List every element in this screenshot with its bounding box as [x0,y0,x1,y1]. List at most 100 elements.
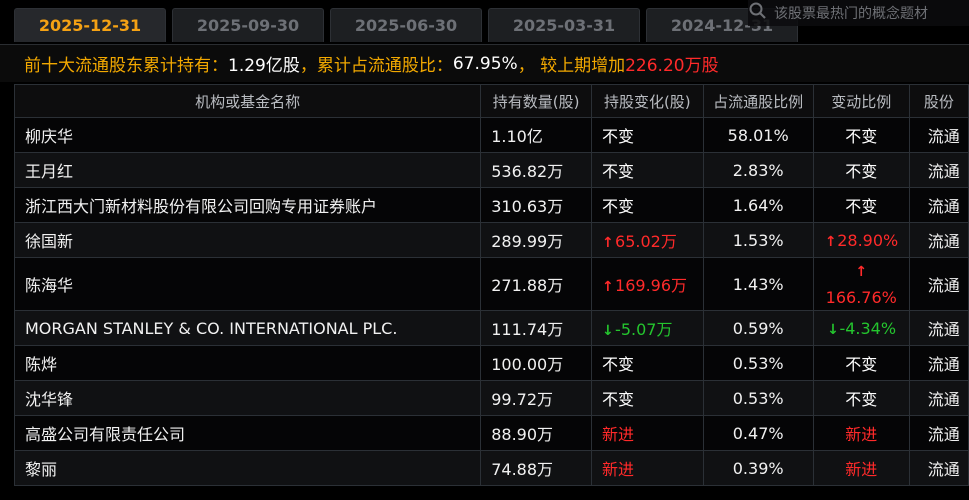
top-holders-table: 机构或基金名称 持有数量(股) 持股变化(股) 占流通股比例 变动比例 股份 柳… [13,84,969,486]
table-row[interactable]: 高盛公司有限责任公司 88.90万 新进 0.47% 新进 流通 [13,415,969,451]
holding-quantity: 111.74万 [480,310,593,346]
holding-change-value-text: 169.96万 [615,276,688,295]
change-ratio-value: ↓-4.34% [826,319,896,338]
holding-change: 不变 [591,345,704,381]
header-float-ratio: 占流通股比例 [702,84,814,118]
holder-name: 高盛公司有限责任公司 [13,415,482,451]
float-ratio: 0.53% [702,380,814,416]
holding-change-value-text: 新进 [602,460,635,479]
holding-change-value-text: 65.02万 [615,232,677,251]
change-ratio: 新进 [812,450,910,486]
summary-value-change: 226.20万股 [625,56,719,76]
holding-quantity: 289.99万 [480,222,593,258]
holding-change-value: ↓-5.07万 [602,320,672,339]
header-change: 持股变化(股) [591,84,704,118]
tab-2025-09-30[interactable]: 2025-09-30 [172,8,324,42]
float-ratio: 1.64% [702,187,814,223]
change-ratio: ↑28.90% [812,222,910,258]
change-ratio-value: 不变 [845,390,877,409]
holding-change-value-text: 不变 [602,197,635,216]
table-row[interactable]: 陈烨 100.00万 不变 0.53% 不变 流通 [13,345,969,381]
change-ratio-value-text: 166.76% [825,288,897,307]
search-placeholder: 该股票最热门的概念题材 [774,6,928,22]
holding-change-value: ↑65.02万 [602,232,677,251]
tab-2025-03-31[interactable]: 2025-03-31 [488,8,640,42]
table-row[interactable]: 徐国新 289.99万 ↑65.02万 1.53% ↑28.90% 流通 [13,222,969,258]
table-row[interactable]: 沈华锋 99.72万 不变 0.53% 不变 流通 [13,380,969,416]
holding-change: 不变 [591,187,704,223]
holder-name: 陈海华 [13,257,482,311]
holding-change-value: 不变 [602,355,634,374]
holding-change: 不变 [591,380,704,416]
header-holder-name: 机构或基金名称 [13,84,482,118]
holder-name: MORGAN STANLEY & CO. INTERNATIONAL PLC. [13,310,482,346]
holding-quantity: 100.00万 [480,345,593,381]
table-row[interactable]: 浙江西大门新材料股份有限公司回购专用证券账户 310.63万 不变 1.64% 不变 流通 [13,187,969,223]
change-ratio: 不变 [812,152,910,188]
change-ratio: ↑ 166.76% [812,257,910,311]
holder-name: 柳庆华 [13,117,482,153]
holding-change-value: 不变 [602,127,634,146]
holding-change-value: ↑169.96万 [602,276,687,295]
arrow-down-icon: ↓ [602,323,614,339]
holding-quantity: 74.88万 [480,450,593,486]
concept-search-box[interactable]: 该股票最热门的概念题材 [748,0,969,26]
float-ratio: 0.39% [702,450,814,486]
float-ratio: 0.53% [702,345,814,381]
holding-change-value-text: 不变 [602,162,635,181]
float-ratio: 1.53% [702,222,814,258]
summary-value-ratio: 67.95% [452,53,518,74]
holding-change: 不变 [591,152,704,188]
holding-quantity: 88.90万 [480,415,593,451]
change-ratio-value-text: 28.90% [837,230,899,250]
share-type: 流通 [908,310,969,346]
change-ratio: 不变 [812,117,910,153]
holding-change: ↑65.02万 [591,222,704,258]
change-ratio: 不变 [812,187,910,223]
holder-name: 王月红 [13,152,482,188]
share-type: 流通 [908,345,969,381]
holding-change: 新进 [591,415,704,451]
search-icon [748,1,768,25]
holding-change-value-text: 不变 [602,355,635,374]
holding-change: 新进 [591,450,704,486]
share-type: 流通 [908,152,969,188]
holding-change: ↑169.96万 [591,257,704,311]
table-row[interactable]: 黎丽 74.88万 新进 0.39% 新进 流通 [13,450,969,486]
holding-change: 不变 [591,117,704,153]
change-ratio-value-text: 不变 [845,355,878,374]
arrow-down-icon: ↓ [827,321,839,338]
change-ratio-value-text: 不变 [845,162,878,181]
change-ratio-value: 不变 [845,197,877,216]
holder-name: 沈华锋 [13,380,482,416]
table-row[interactable]: 王月红 536.82万 不变 2.83% 不变 流通 [13,152,969,188]
holding-change: ↓-5.07万 [591,310,704,346]
change-ratio-value: 新进 [845,460,877,479]
change-ratio-value-text: -4.34% [839,318,897,338]
holding-change-value: 不变 [602,197,634,216]
report-date-tabs: 2025-12-31 2025-09-30 2025-06-30 2025-03… [0,0,969,44]
change-ratio-value: 不变 [845,355,877,374]
holding-change-value: 不变 [602,390,634,409]
header-quantity: 持有数量(股) [480,84,593,118]
share-type: 流通 [908,450,969,486]
holding-change-value: 新进 [602,460,634,479]
summary-value-total: 1.29亿股 [228,56,300,76]
holding-change-value-text: 新进 [602,425,635,444]
tab-2025-06-30[interactable]: 2025-06-30 [330,8,482,42]
table-row[interactable]: MORGAN STANLEY & CO. INTERNATIONAL PLC. 1… [13,310,969,346]
change-ratio: ↓-4.34% [812,310,910,346]
share-type: 流通 [908,222,969,258]
arrow-up-icon: ↑ [602,279,614,295]
tab-2025-12-31[interactable]: 2025-12-31 [14,8,166,42]
holding-quantity: 271.88万 [480,257,593,311]
change-ratio-value-text: 新进 [845,460,878,479]
table-row[interactable]: 柳庆华 1.10亿 不变 58.01% 不变 流通 [13,117,969,153]
change-ratio-value: 不变 [845,127,877,146]
change-ratio: 不变 [812,380,910,416]
float-ratio: 0.47% [702,415,814,451]
change-ratio-value-text: 不变 [845,390,878,409]
table-row[interactable]: 陈海华 271.88万 ↑169.96万 1.43% ↑166.76% 流通 [13,257,969,311]
float-ratio: 0.59% [702,310,814,346]
share-type: 流通 [908,187,969,223]
